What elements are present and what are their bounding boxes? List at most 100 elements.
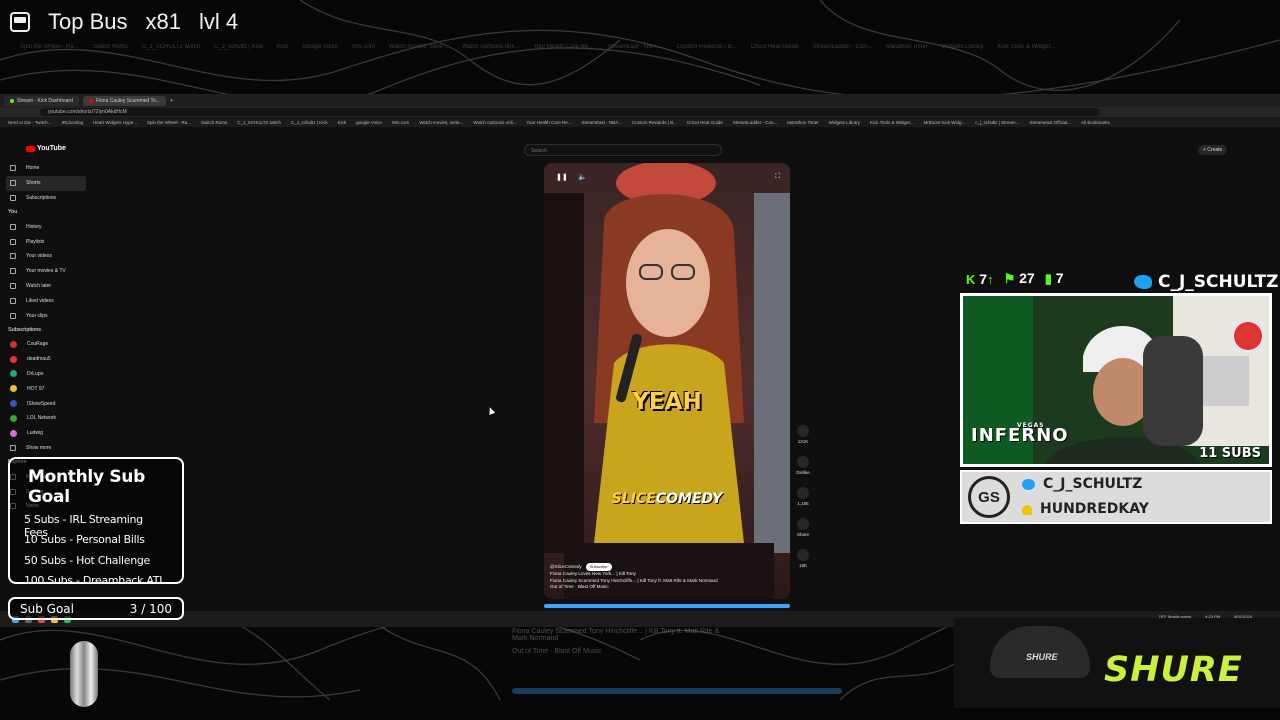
channel-name[interactable]: @SliceComedy (550, 564, 582, 571)
sidebar-item-your-movies-tv-icon (10, 268, 16, 275)
sidebar-item-liked-videos[interactable]: Liked videos (6, 293, 86, 308)
subscribe-button[interactable]: Subscribe (585, 563, 612, 572)
like-button[interactable]: 121K (794, 425, 812, 444)
volume-icon[interactable]: 🔈 (578, 173, 587, 181)
sub-goal-title: Monthly Sub Goal (28, 467, 145, 507)
sidebar-channel[interactable]: LOL Network (6, 411, 86, 426)
card-twitter: C_J_SCHULTZ (1043, 476, 1143, 492)
top-bus-level: lvl 4 (198, 9, 239, 34)
new-tab-button[interactable]: + (170, 98, 173, 104)
channel-avatar (10, 414, 17, 422)
bookmark-item[interactable]: c_j_schultz | Stream... (975, 120, 1019, 125)
bookmark-item[interactable]: StreamLadder - Con... (733, 120, 778, 125)
remix-icon (797, 549, 809, 561)
bookmark-item[interactable]: Watch movies, serie... (419, 120, 463, 125)
channel-avatar (10, 400, 17, 408)
bookmarks-bar: Nerd or Die - Twitch... IRLhosting Heart W… (0, 117, 1280, 127)
bookmark-item[interactable]: Your Health Care Re... (526, 120, 571, 125)
bookmark-item[interactable]: google Voice (356, 120, 382, 125)
bookmark-item[interactable]: Marathon Timer (787, 120, 819, 125)
comments-button[interactable]: 1,185 (794, 487, 812, 506)
sidebar-channel[interactable]: Ludwig (6, 426, 86, 441)
sidebar-item-playlists[interactable]: Playlists (6, 234, 86, 249)
person-icon (1022, 504, 1032, 515)
twitter-icon (1134, 275, 1152, 289)
bookmark-item[interactable]: Watch cartoons onli... (473, 120, 516, 125)
ghost-bookmark: Kick Tools & Widget... (997, 44, 1056, 50)
bus-icon (10, 12, 30, 32)
sidebar-item-shorts[interactable]: Shorts (6, 175, 86, 191)
bookmark-item[interactable]: Wix.com (392, 120, 409, 125)
bookmark-item[interactable]: All Bookmarks (1081, 120, 1110, 125)
bookmark-item[interactable]: Switch Roms (201, 120, 227, 125)
youtube-icon (88, 99, 93, 103)
share-button[interactable]: Share (794, 518, 812, 537)
sidebar-item-your-clips[interactable]: Your clips (6, 308, 86, 323)
ghost-bookmark: StreamEast - NBA ... (607, 44, 663, 50)
shure-logo: SHURE (1104, 650, 1243, 690)
bookmark-item[interactable]: Kick Tools & Widget... (870, 120, 913, 125)
sidebar-item-your-videos[interactable]: Your videos (6, 249, 86, 264)
microphone-image (70, 641, 98, 707)
tab-youtube-short[interactable]: Fiona Cauley Scammed To... (82, 96, 166, 106)
short-video-player[interactable]: ❚❚ 🔈 ⛶ YEAH SLICECOMEDY @SliceComedy Subs… (544, 163, 790, 599)
ghost-bookmark: StreamLadder - Con... (812, 44, 872, 50)
twitter-icon (1022, 479, 1035, 490)
bookmark-item[interactable]: Kick (338, 120, 347, 125)
dislike-icon (797, 456, 809, 468)
sidebar-item-home[interactable]: Home (6, 161, 86, 176)
short-actions: 121K Dislike 1,185 Share 19K (794, 425, 812, 580)
sidebar-section-subscriptions[interactable]: Subscriptions (6, 323, 86, 337)
bookmark-item[interactable]: Widgets Library (829, 120, 860, 125)
bookmark-item[interactable]: Custom Rewards | B... (632, 120, 677, 125)
sidebar-show-more[interactable]: Show more (6, 441, 86, 456)
bookmark-item[interactable]: C_J_schultz | Kick (291, 120, 328, 125)
mic-brand-label: SHURE (1026, 652, 1058, 662)
sidebar-channel[interactable]: deadmau5 (6, 352, 86, 367)
url-field[interactable]: youtube.com/shorts/72lyn0AkdHcM (40, 108, 1100, 116)
sidebar-section-you[interactable]: You (6, 205, 86, 219)
channel-avatar (10, 429, 17, 437)
playlist-line[interactable]: Fiona Cauley Loves New York... | Kill To… (550, 571, 730, 578)
sidebar-channel[interactable]: HOT 97 (6, 381, 86, 396)
bookmark-item[interactable]: Heart Widgets Hype... (93, 120, 137, 125)
bookmark-item[interactable]: IRLhosting (61, 120, 83, 125)
video-progress-bar[interactable] (544, 604, 790, 608)
bookmark-item[interactable]: StreamEast - NBA... (582, 120, 623, 125)
sidebar-item-history[interactable]: History (6, 219, 86, 234)
bookmark-item[interactable]: MrBoost Kick Widg... (923, 120, 965, 125)
monthly-sub-goal-panel: Monthly Sub Goal 5 Subs - IRL Streaming … (8, 457, 184, 587)
video-sound[interactable]: Out of Time · Blast Off Music (550, 584, 730, 591)
create-button[interactable]: + Create (1198, 145, 1228, 155)
sidebar-item-watch-later[interactable]: Watch later (6, 279, 86, 294)
search-input[interactable]: Search (524, 144, 722, 156)
sidebar-channel[interactable]: DrLupo (6, 367, 86, 382)
ghost-bookmark: Marathon Timer (885, 44, 928, 50)
dislike-button[interactable]: Dislike (794, 456, 812, 475)
youtube-logo[interactable]: YouTube (26, 145, 66, 152)
sidebar-item-subscriptions-icon (10, 194, 16, 201)
tab-kick-dashboard[interactable]: Stream - Kick Dashboard (4, 96, 79, 106)
bookmark-item[interactable]: C_J_SCHULTZ twitch (237, 120, 281, 125)
sidebar-item-your-movies-tv[interactable]: Your movies & TV (6, 264, 86, 279)
bookmark-item[interactable]: Spin the Wheel - Ra... (147, 120, 191, 125)
screen-reflection: Fiona Cauley Scammed Tony Hinchcliffe...… (512, 628, 842, 694)
video-meta: @SliceComedy Subscribe Fiona Cauley Loves… (550, 563, 730, 591)
remix-button[interactable]: 19K (794, 549, 812, 568)
sidebar-channel[interactable]: CouRage (6, 337, 86, 352)
fullscreen-icon[interactable]: ⛶ (775, 173, 780, 181)
browser-tabstrip: Stream - Kick Dashboard Fiona Cauley Sca… (0, 95, 1280, 107)
sidebar-channel[interactable]: IShowSpeed (6, 396, 86, 411)
pause-icon[interactable]: ❚❚ (556, 173, 568, 181)
bookmark-item[interactable]: Streameast Official... (1029, 120, 1071, 125)
sidebar-item-subscriptions[interactable]: Subscriptions (6, 191, 86, 206)
sub-goal-value: 3 / 100 (129, 601, 172, 616)
bookmark-item[interactable]: Nerd or Die - Twitch... (8, 120, 51, 125)
caption-text: YEAH (632, 389, 702, 415)
ghost-bookmark: Switch Roms (92, 44, 128, 50)
streamer-card: GS C_J_SCHULTZ HUNDREDKAY (960, 470, 1272, 524)
sidebar-item-your-clips-icon (10, 312, 16, 319)
gs-logo: GS (968, 476, 1010, 518)
stream-stats: K 7↑ ⚑ 27 ▮ 7 (966, 270, 1064, 287)
bookmark-item[interactable]: Cricut Heat Guide (687, 120, 723, 125)
